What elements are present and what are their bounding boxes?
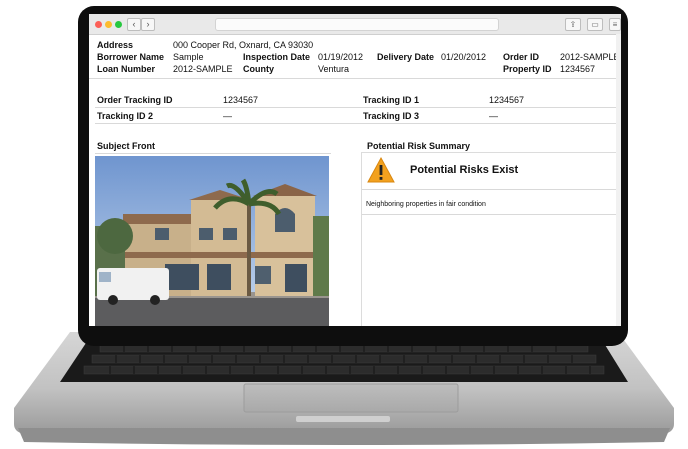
- risk-summary-panel: Potential Risks Exist Neighboring proper…: [361, 152, 617, 326]
- inspection-date-value: 01/19/2012: [318, 52, 364, 62]
- tracking-row-divider: [95, 107, 617, 108]
- minimize-window-button[interactable]: [105, 21, 112, 28]
- county-value: Ventura: [318, 64, 350, 74]
- delivery-date-label: Delivery Date: [377, 52, 435, 62]
- browser-toolbar: ‹ › ⇪ ▭ ≡: [89, 14, 621, 35]
- address-label: Address: [97, 40, 134, 50]
- sidebar-icon[interactable]: ≡: [609, 18, 621, 31]
- subject-title-divider: [95, 153, 331, 154]
- share-icon[interactable]: ⇪: [565, 18, 581, 31]
- loan-number-value: 2012-SAMPLE: [173, 64, 233, 74]
- borrower-value: Sample: [173, 52, 204, 62]
- inspection-date-label: Inspection Date: [243, 52, 311, 62]
- tracking-id-2-value: —: [223, 111, 232, 121]
- tracking-id-3-label: Tracking ID 3: [363, 111, 420, 121]
- maximize-window-button[interactable]: [115, 21, 122, 28]
- property-id-value: 1234567: [560, 64, 596, 74]
- risk-detail: Neighboring properties in fair condition: [366, 201, 486, 208]
- close-window-button[interactable]: [95, 21, 102, 28]
- scrollbar[interactable]: [616, 34, 621, 326]
- tracking-bottom-divider: [95, 123, 617, 124]
- warning-icon: [367, 156, 395, 183]
- subject-front-title: Subject Front: [97, 141, 155, 151]
- delivery-date-value: 01/20/2012: [441, 52, 487, 62]
- browser-window: ‹ › ⇪ ▭ ≡ Address 000 Cooper Rd, Oxnard,…: [89, 14, 621, 326]
- order-id-label: Order ID: [503, 52, 540, 62]
- order-tracking-label: Order Tracking ID: [97, 95, 173, 105]
- risk-summary-title: Potential Risk Summary: [367, 141, 471, 151]
- header-divider: [89, 78, 621, 79]
- property-id-label: Property ID: [503, 64, 552, 74]
- address-bar[interactable]: [215, 18, 499, 31]
- tracking-id-2-label: Tracking ID 2: [97, 111, 154, 121]
- order-id-value: 2012-SAMPLE: [560, 52, 620, 62]
- risk-headline-divider: [362, 189, 616, 190]
- tracking-id-1-value: 1234567: [489, 95, 525, 105]
- loan-number-label: Loan Number: [97, 64, 156, 74]
- risk-detail-divider: [362, 214, 616, 215]
- address-value: 000 Cooper Rd, Oxnard, CA 93030: [173, 40, 314, 50]
- tracking-id-1-label: Tracking ID 1: [363, 95, 420, 105]
- back-button[interactable]: ‹: [127, 18, 141, 31]
- tabs-icon[interactable]: ▭: [587, 18, 603, 31]
- laptop-base: [14, 332, 674, 445]
- order-tracking-value: 1234567: [223, 95, 259, 105]
- subject-front-photo[interactable]: [95, 156, 329, 326]
- risk-headline: Potential Risks Exist: [410, 164, 519, 176]
- borrower-label: Borrower Name: [97, 52, 165, 62]
- forward-button[interactable]: ›: [141, 18, 155, 31]
- county-label: County: [243, 64, 274, 74]
- tracking-id-3-value: —: [489, 111, 498, 121]
